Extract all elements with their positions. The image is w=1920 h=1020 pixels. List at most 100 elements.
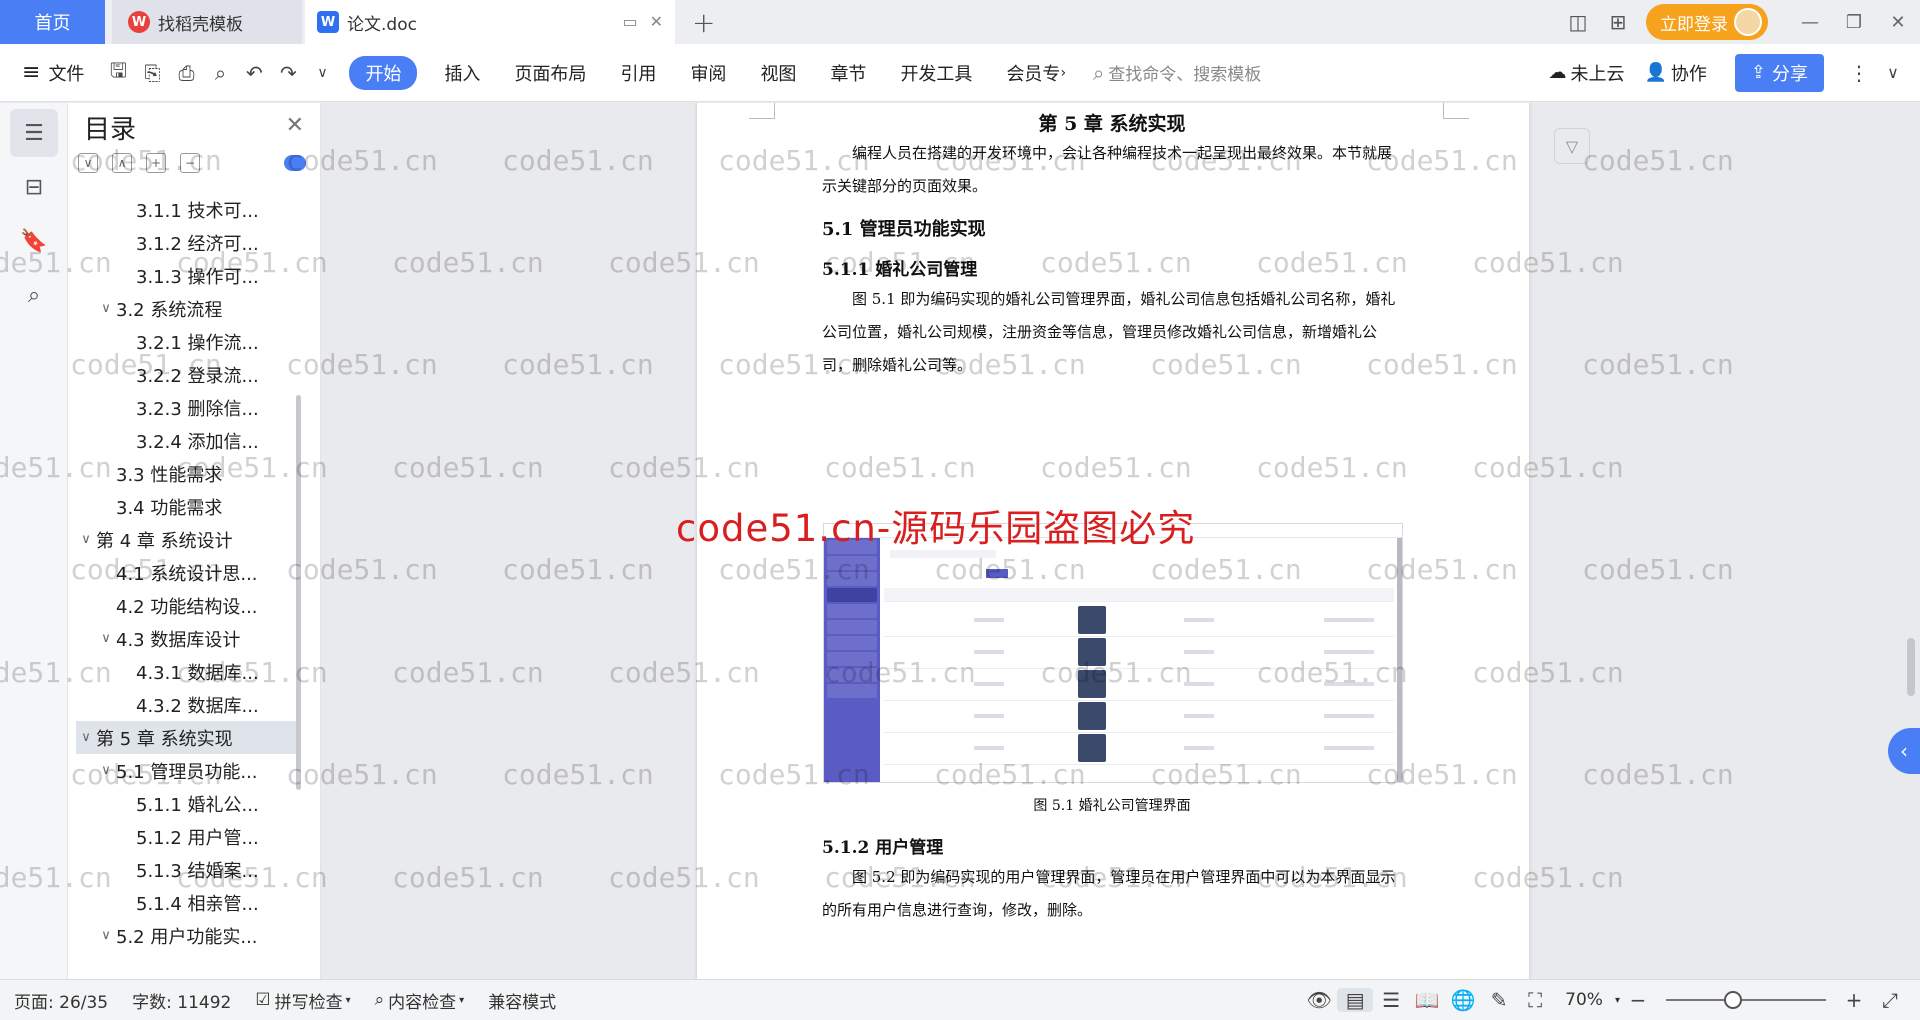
toc-item[interactable]: ∨ 5.1 管理员功能...	[76, 754, 296, 787]
restore-icon[interactable]: ❐	[1832, 12, 1876, 33]
layout-icon[interactable]: ◫	[1558, 10, 1598, 34]
toc-scrollbar[interactable]	[296, 395, 301, 790]
undo-icon[interactable]: ↶	[237, 56, 271, 90]
export-icon[interactable]: ⎘	[135, 56, 169, 90]
command-search[interactable]: ⌕ 查找命令、搜索模板	[1083, 60, 1271, 86]
toc-item[interactable]: 5.1.2 用户管...	[76, 820, 296, 853]
apps-grid-icon[interactable]: ⊞	[1598, 10, 1638, 34]
toc-toolbar: ∨ ∧ + −	[78, 153, 200, 173]
collab-button[interactable]: 👤 协作	[1634, 60, 1716, 86]
toc-item[interactable]: 3.3 性能需求	[76, 457, 296, 490]
toc-item[interactable]: 3.2.4 添加信...	[76, 424, 296, 457]
content-check[interactable]: ⌕ 内容检查 ▾	[363, 988, 477, 1013]
zoom-slider[interactable]	[1666, 991, 1826, 1009]
chevron-down-icon[interactable]: ∨	[96, 631, 116, 646]
toc-item[interactable]: ∨ 第 4 章 系统设计	[76, 523, 296, 556]
page-view-icon[interactable]: ▤	[1337, 988, 1374, 1012]
write-mode-icon[interactable]: ✎	[1481, 988, 1517, 1012]
scrollbar-thumb[interactable]	[1907, 638, 1915, 696]
toc-item[interactable]: ∨ 3.2 系统流程	[76, 292, 296, 325]
toc-item[interactable]: 3.2.1 操作流...	[76, 325, 296, 358]
tab-document[interactable]: W 论文.doc ▭ ✕	[305, 0, 675, 44]
compat-mode[interactable]: 兼容模式	[476, 988, 568, 1013]
filter-icon[interactable]: ▽	[1554, 128, 1590, 164]
print-preview-icon[interactable]: ⌕	[203, 56, 237, 90]
file-menu[interactable]: ≡ 文件	[0, 60, 101, 86]
login-button[interactable]: 立即登录	[1646, 4, 1768, 40]
quick-access-dropdown-icon[interactable]: ∨	[305, 56, 339, 90]
chevron-down-icon[interactable]: ∨	[76, 730, 96, 745]
bookmark-icon[interactable]: 🔖	[10, 217, 58, 265]
toc-item[interactable]: 3.1.2 经济可...	[76, 226, 296, 259]
toc-item[interactable]: 4.3.2 数据库...	[76, 688, 296, 721]
cloud-status[interactable]: ☁ 未上云	[1538, 60, 1634, 86]
outline-view-icon[interactable]: ☰	[1373, 988, 1409, 1012]
chevron-down-icon[interactable]: ∨	[96, 928, 116, 943]
zoom-in-icon[interactable]: +	[1836, 988, 1872, 1012]
close-window-icon[interactable]: ✕	[1876, 12, 1920, 33]
toc-item[interactable]: 4.3.1 数据库...	[76, 655, 296, 688]
chevron-down-icon[interactable]: ∨	[96, 763, 116, 778]
collapse-all-icon[interactable]: ∧	[112, 153, 132, 173]
toc-item[interactable]: 4.1 系统设计思...	[76, 556, 296, 589]
toc-item[interactable]: 4.2 功能结构设...	[76, 589, 296, 622]
web-view-icon[interactable]: 🌐	[1445, 988, 1481, 1012]
more-icon[interactable]: ⋮	[1842, 56, 1876, 90]
minimize-icon[interactable]: —	[1788, 12, 1832, 33]
toc-item[interactable]: ∨ 第 5 章 系统实现	[76, 721, 296, 754]
add-heading-icon[interactable]: +	[146, 153, 166, 173]
toc-item[interactable]: ∨ 4.3 数据库设计	[76, 622, 296, 655]
chevron-down-icon[interactable]: ∨	[96, 301, 116, 316]
tab-insert[interactable]: 插入	[427, 60, 497, 86]
collapse-ribbon-icon[interactable]: ∨	[1876, 56, 1910, 90]
reading-view-icon[interactable]: 📖	[1409, 988, 1445, 1012]
save-icon[interactable]: 🖫	[101, 56, 135, 90]
spell-check[interactable]: ☑ 拼写检查 ▾	[243, 988, 362, 1013]
toc-item[interactable]: 5.1.1 婚礼公...	[76, 787, 296, 820]
figure-search-button	[986, 569, 1008, 578]
print-icon[interactable]: ⎙	[169, 56, 203, 90]
redo-icon[interactable]: ↷	[271, 56, 305, 90]
zoom-level[interactable]: 70%	[1553, 990, 1615, 1010]
document-page[interactable]: 第 5 章 系统实现 编程人员在搭建的开发环境中，会让各种编程技术一起呈现出最终…	[697, 103, 1529, 979]
tab-review[interactable]: 审阅	[673, 60, 743, 86]
tab-developer[interactable]: 开发工具	[883, 60, 989, 86]
zoom-out-icon[interactable]: −	[1620, 988, 1656, 1012]
tab-page-layout[interactable]: 页面布局	[497, 60, 603, 86]
toc-item[interactable]: 3.4 功能需求	[76, 490, 296, 523]
toc-item[interactable]: 3.2.2 登录流...	[76, 358, 296, 391]
find-icon[interactable]: ⌕	[10, 271, 58, 319]
page-indicator[interactable]: 页面: 26/35	[0, 988, 120, 1013]
toc-panel-icon[interactable]: ☰	[10, 109, 58, 157]
tab-pin-icon[interactable]: ▭	[622, 12, 637, 31]
toc-item[interactable]: 5.1.4 相亲管...	[76, 886, 296, 919]
toc-item[interactable]: ∨ 5.2 用户功能实...	[76, 919, 296, 952]
toc-item[interactable]: 3.1.1 技术可...	[76, 193, 296, 226]
tab-home[interactable]: 首页	[0, 0, 105, 44]
new-tab-button[interactable]: +	[692, 6, 715, 39]
fullscreen-icon[interactable]: ⤢	[1872, 988, 1908, 1012]
expand-all-icon[interactable]: ∨	[78, 153, 98, 173]
toc-item[interactable]: 3.2.3 删除信...	[76, 391, 296, 424]
vertical-scrollbar[interactable]	[1904, 103, 1918, 979]
share-button[interactable]: ⇪ 分享	[1734, 53, 1824, 92]
toc-item[interactable]: 5.1.3 结婚案...	[76, 853, 296, 886]
tab-template[interactable]: W 找稻壳模板	[112, 0, 302, 44]
figure-thumbnail	[1078, 734, 1106, 762]
remove-heading-icon[interactable]: −	[180, 153, 200, 173]
toc-sync-toggle[interactable]	[284, 155, 306, 171]
toc-item[interactable]: 3.1.3 操作可...	[76, 259, 296, 292]
tab-start[interactable]: 开始	[349, 55, 418, 90]
chevron-down-icon[interactable]: ∨	[76, 532, 96, 547]
tab-sections[interactable]: 章节	[813, 60, 883, 86]
fit-page-icon[interactable]: ⛶	[1517, 988, 1553, 1012]
word-count[interactable]: 字数: 11492	[120, 988, 243, 1013]
tab-member[interactable]: 会员专 ›	[989, 60, 1083, 86]
close-icon[interactable]: ✕	[286, 113, 304, 138]
zoom-slider-knob[interactable]	[1724, 991, 1742, 1009]
tab-close-icon[interactable]: ✕	[650, 12, 663, 31]
chapter-panel-icon[interactable]: ⊟	[10, 163, 58, 211]
tab-references[interactable]: 引用	[603, 60, 673, 86]
tab-view[interactable]: 视图	[743, 60, 813, 86]
eye-protect-icon[interactable]: 👁	[1301, 988, 1337, 1012]
